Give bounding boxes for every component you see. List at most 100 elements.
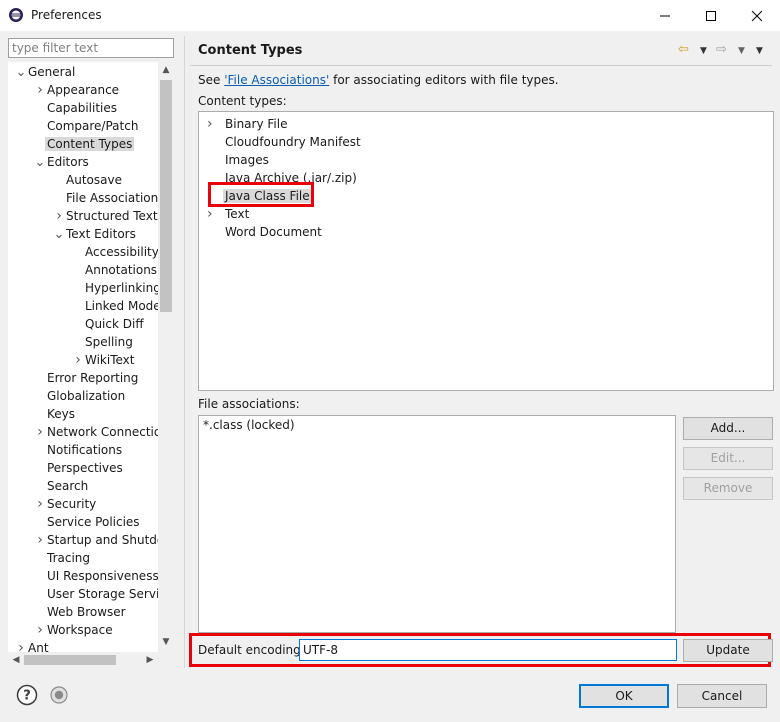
tree-item-label: Network Connection <box>47 425 169 439</box>
tree-item-label: Capabilities <box>47 101 117 115</box>
tree-item[interactable]: Accessibility <box>71 243 159 261</box>
chevron-right-icon[interactable]: › <box>52 207 66 225</box>
chevron-right-icon[interactable]: › <box>33 423 47 441</box>
tree-item[interactable]: › Network Connection <box>33 423 169 441</box>
chevron-right-icon[interactable]: › <box>71 351 85 369</box>
tree-item[interactable]: ⌄ Editors <box>33 153 89 171</box>
scroll-right-icon[interactable]: ▶ <box>142 652 158 668</box>
tree-item-label: UI Responsiveness M <box>47 569 173 583</box>
content-types-tree[interactable]: › Binary File Cloudfoundry Manifest Images J… <box>198 111 774 391</box>
default-encoding-input[interactable] <box>299 639 677 661</box>
file-associations-list[interactable]: *.class (locked) <box>198 415 676 633</box>
tree-item[interactable]: User Storage Service <box>33 585 173 603</box>
tree-item-label: Compare/Patch <box>47 119 139 133</box>
tree-item[interactable]: Hyperlinking <box>71 279 161 297</box>
tree-item[interactable]: ⌄ Text Editors <box>52 225 136 243</box>
tree-item[interactable]: › WikiText <box>71 351 134 369</box>
tree-item[interactable]: › Ant <box>14 639 48 652</box>
content-type-item[interactable]: › Text <box>207 205 249 223</box>
close-button[interactable] <box>734 0 780 31</box>
chevron-down-icon[interactable]: ⌄ <box>33 154 47 172</box>
chevron-right-icon[interactable]: › <box>33 495 47 513</box>
preferences-tree[interactable]: ⌄ General › Appearance Capabilities Compare/P… <box>8 62 174 652</box>
tree-item-label: Security <box>47 497 97 511</box>
chevron-down-icon[interactable]: ⌄ <box>52 226 66 244</box>
tree-item[interactable]: › Structured Text <box>52 207 157 225</box>
tree-item[interactable]: File Associations <box>52 189 164 207</box>
tree-item-label: Appearance <box>47 83 120 97</box>
chevron-right-icon[interactable]: › <box>207 115 225 133</box>
tree-item[interactable]: › Appearance <box>33 81 119 99</box>
tree-item[interactable]: Keys <box>33 405 75 423</box>
tree-item[interactable]: ⌄ General <box>14 63 76 82</box>
tree-item[interactable]: Perspectives <box>33 459 123 477</box>
tree-item[interactable]: Linked Mode <box>71 297 161 315</box>
page-title: Content Types <box>198 43 303 58</box>
maximize-button[interactable] <box>688 0 734 31</box>
scroll-up-icon[interactable]: ▲ <box>158 62 174 78</box>
minimize-button[interactable] <box>642 0 688 31</box>
tree-item[interactable]: Tracing <box>33 549 90 567</box>
remove-button[interactable]: Remove <box>683 477 773 500</box>
scroll-down-icon[interactable]: ▼ <box>158 634 174 650</box>
list-item[interactable]: *.class (locked) <box>203 418 295 432</box>
tree-item[interactable]: Annotations <box>71 261 157 279</box>
tree-item[interactable]: Content Types <box>33 135 135 153</box>
tree-item[interactable]: Error Reporting <box>33 369 138 387</box>
tree-item-label: Perspectives <box>47 461 123 475</box>
highlight-box-java-class-file <box>208 182 314 207</box>
update-button[interactable]: Update <box>683 639 773 662</box>
tree-item[interactable]: Service Policies <box>33 513 140 531</box>
tree-item[interactable]: Notifications <box>33 441 122 459</box>
tree-item[interactable]: Web Browser <box>33 603 126 621</box>
content-type-item[interactable]: › Binary File <box>207 115 287 133</box>
tree-item[interactable]: Search <box>33 477 88 495</box>
chevron-right-icon[interactable]: › <box>33 81 47 99</box>
tree-item-label: File Associations <box>66 191 165 205</box>
help-icon: ? <box>16 684 38 706</box>
back-dropdown-icon[interactable]: ▼ <box>700 46 707 56</box>
tree-vertical-scrollbar[interactable]: ▲ ▼ <box>158 62 174 652</box>
tree-item[interactable]: › Security <box>33 495 96 513</box>
tree-item-label: Notifications <box>47 443 123 457</box>
chevron-right-icon[interactable]: › <box>33 531 47 549</box>
tree-item[interactable]: Autosave <box>52 171 122 189</box>
chevron-right-icon[interactable]: › <box>14 639 28 652</box>
tree-item[interactable]: Globalization <box>33 387 125 405</box>
edit-button[interactable]: Edit... <box>683 447 773 470</box>
help-button[interactable]: ? <box>16 684 38 706</box>
file-associations-link[interactable]: 'File Associations' <box>224 73 329 87</box>
file-associations-label: File associations: <box>198 397 300 411</box>
ok-button[interactable]: OK <box>579 684 669 708</box>
back-arrow-icon[interactable]: ⇦ <box>678 42 689 57</box>
tree-item-label: Linked Mode <box>85 299 161 313</box>
tree-item-label: User Storage Service <box>47 587 174 601</box>
tree-item[interactable]: › Startup and Shutdo <box>33 531 164 549</box>
scroll-thumb-horizontal[interactable] <box>24 655 116 665</box>
tree-item[interactable]: Spelling <box>71 333 133 351</box>
forward-arrow-icon[interactable]: ⇨ <box>716 42 727 57</box>
content-type-item[interactable]: Cloudfoundry Manifest <box>207 133 361 151</box>
tree-item[interactable]: Compare/Patch <box>33 117 138 135</box>
tree-item-label: Text Editors <box>66 227 136 241</box>
filter-input[interactable] <box>8 38 174 58</box>
add-button[interactable]: Add... <box>683 417 773 440</box>
content-type-item[interactable]: Word Document <box>207 223 322 241</box>
tree-item[interactable]: UI Responsiveness M <box>33 567 173 585</box>
tree-item[interactable]: Quick Diff <box>71 315 144 333</box>
view-menu-icon[interactable]: ▼ <box>756 46 763 56</box>
content-type-item[interactable]: Images <box>207 151 269 169</box>
scroll-left-icon[interactable]: ◀ <box>8 652 24 668</box>
scroll-thumb[interactable] <box>160 80 172 312</box>
forward-dropdown-icon[interactable]: ▼ <box>738 46 745 56</box>
pane-divider[interactable] <box>184 36 185 668</box>
chevron-down-icon[interactable]: ⌄ <box>14 64 28 82</box>
cancel-button[interactable]: Cancel <box>677 684 767 708</box>
tree-item[interactable]: Capabilities <box>33 99 117 117</box>
chevron-right-icon[interactable]: › <box>33 621 47 639</box>
tree-item[interactable]: › Workspace <box>33 621 112 639</box>
chevron-right-icon[interactable]: › <box>207 205 225 223</box>
record-button[interactable] <box>48 684 70 706</box>
tree-horizontal-scrollbar[interactable]: ◀ ▶ <box>8 652 158 668</box>
content-type-label: Text <box>225 207 250 221</box>
